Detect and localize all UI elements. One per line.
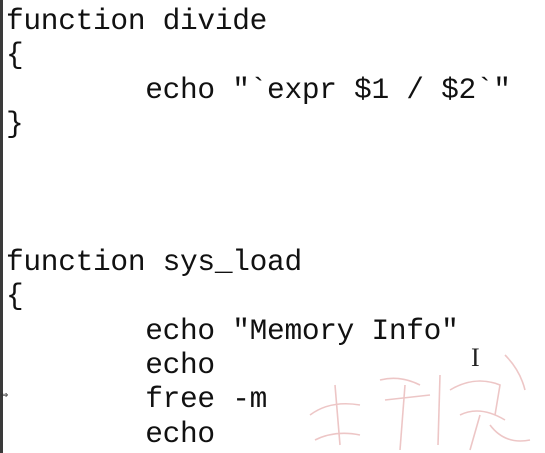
code-line-9: {: [6, 279, 24, 314]
resize-arrow-icon: ⇔: [0, 390, 9, 401]
code-line-13: echo: [6, 416, 215, 451]
code-line-11: echo: [6, 347, 215, 382]
code-line-2: {: [6, 38, 24, 73]
code-line-8: function sys_load: [6, 244, 302, 279]
code-editor[interactable]: function divide{ echo "`expr $1 / $2`"} f…: [0, 0, 545, 453]
code-line-1: function divide: [6, 4, 268, 38]
code-text-area[interactable]: function divide{ echo "`expr $1 / $2`"} f…: [6, 4, 511, 451]
code-line-12: free -m: [6, 382, 268, 417]
code-line-10: echo "Memory Info": [6, 313, 459, 348]
text-cursor-icon: I: [471, 343, 480, 372]
code-line-4: }: [6, 107, 24, 142]
editor-left-border: [0, 0, 3, 453]
code-line-3: echo "`expr $1 / $2`": [6, 72, 511, 107]
